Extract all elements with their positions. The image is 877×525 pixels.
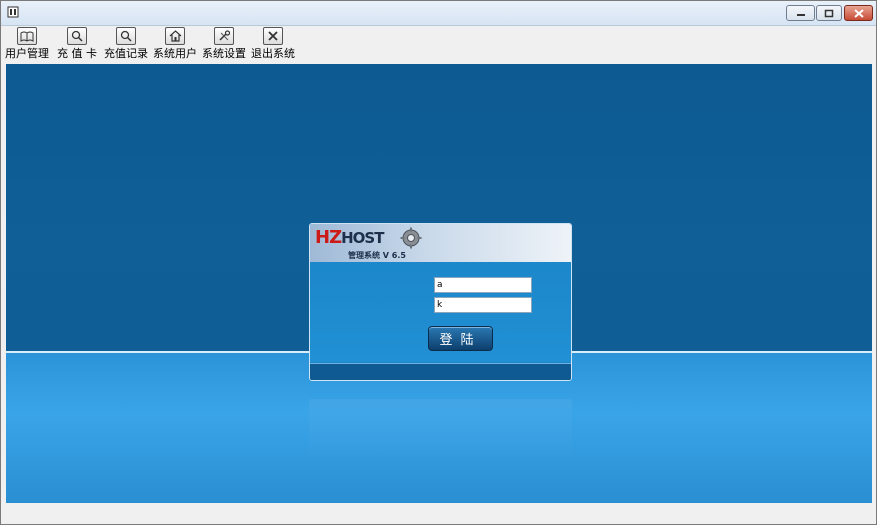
logo-hz: HZ [315, 227, 342, 248]
toolbar-exit-system[interactable]: 退出系统 [251, 27, 295, 63]
toolbar-recharge-card[interactable]: 充 值 卡 [55, 27, 99, 63]
toolbar-label: 退出系统 [251, 47, 295, 60]
toolbar-user-management[interactable]: 用户管理 [5, 27, 49, 63]
login-header: HZHOST 管理系统 V 6.5 [310, 224, 571, 262]
toolbar-recharge-records[interactable]: 充值记录 [104, 27, 148, 63]
main-stage: HZHOST 管理系统 V 6.5 a k 登陆 [6, 64, 872, 503]
close-icon [845, 6, 872, 20]
app-icon [7, 6, 19, 18]
version-subtitle: 管理系统 V 6.5 [348, 251, 406, 260]
logo: HZHOST [315, 227, 384, 248]
username-input[interactable]: a [434, 277, 532, 293]
toolbar-label: 系统用户 [153, 47, 197, 60]
toolbar-label: 用户管理 [5, 47, 49, 60]
home-icon [165, 27, 185, 45]
maximize-icon [817, 6, 841, 20]
toolbar-label: 充值记录 [104, 47, 148, 60]
search-icon [67, 27, 87, 45]
logo-host: HOST [341, 229, 384, 247]
minimize-button[interactable] [786, 5, 815, 21]
app-window: 用户管理 充 值 卡 充值记录 系统用户 系统设置 退出系统 HZHOST 管理… [0, 0, 877, 525]
toolbar-label: 充 值 卡 [57, 47, 97, 60]
book-icon [17, 27, 37, 45]
title-bar[interactable] [1, 1, 876, 26]
login-button[interactable]: 登陆 [428, 326, 493, 351]
close-button[interactable] [844, 5, 873, 21]
login-footer [310, 363, 571, 380]
gear-icon [400, 227, 422, 249]
search-icon [116, 27, 136, 45]
login-reflection [309, 399, 572, 459]
toolbar-system-settings[interactable]: 系统设置 [202, 27, 246, 63]
close-icon [263, 27, 283, 45]
tools-icon [214, 27, 234, 45]
minimize-icon [787, 6, 814, 20]
maximize-button[interactable] [816, 5, 842, 21]
toolbar-label: 系统设置 [202, 47, 246, 60]
login-panel: HZHOST 管理系统 V 6.5 a k 登陆 [309, 223, 572, 381]
password-input[interactable]: k [434, 297, 532, 313]
toolbar-system-users[interactable]: 系统用户 [153, 27, 197, 63]
status-bar [1, 503, 876, 524]
toolbar: 用户管理 充 值 卡 充值记录 系统用户 系统设置 退出系统 [1, 26, 876, 64]
login-body: a k 登陆 [310, 262, 571, 362]
